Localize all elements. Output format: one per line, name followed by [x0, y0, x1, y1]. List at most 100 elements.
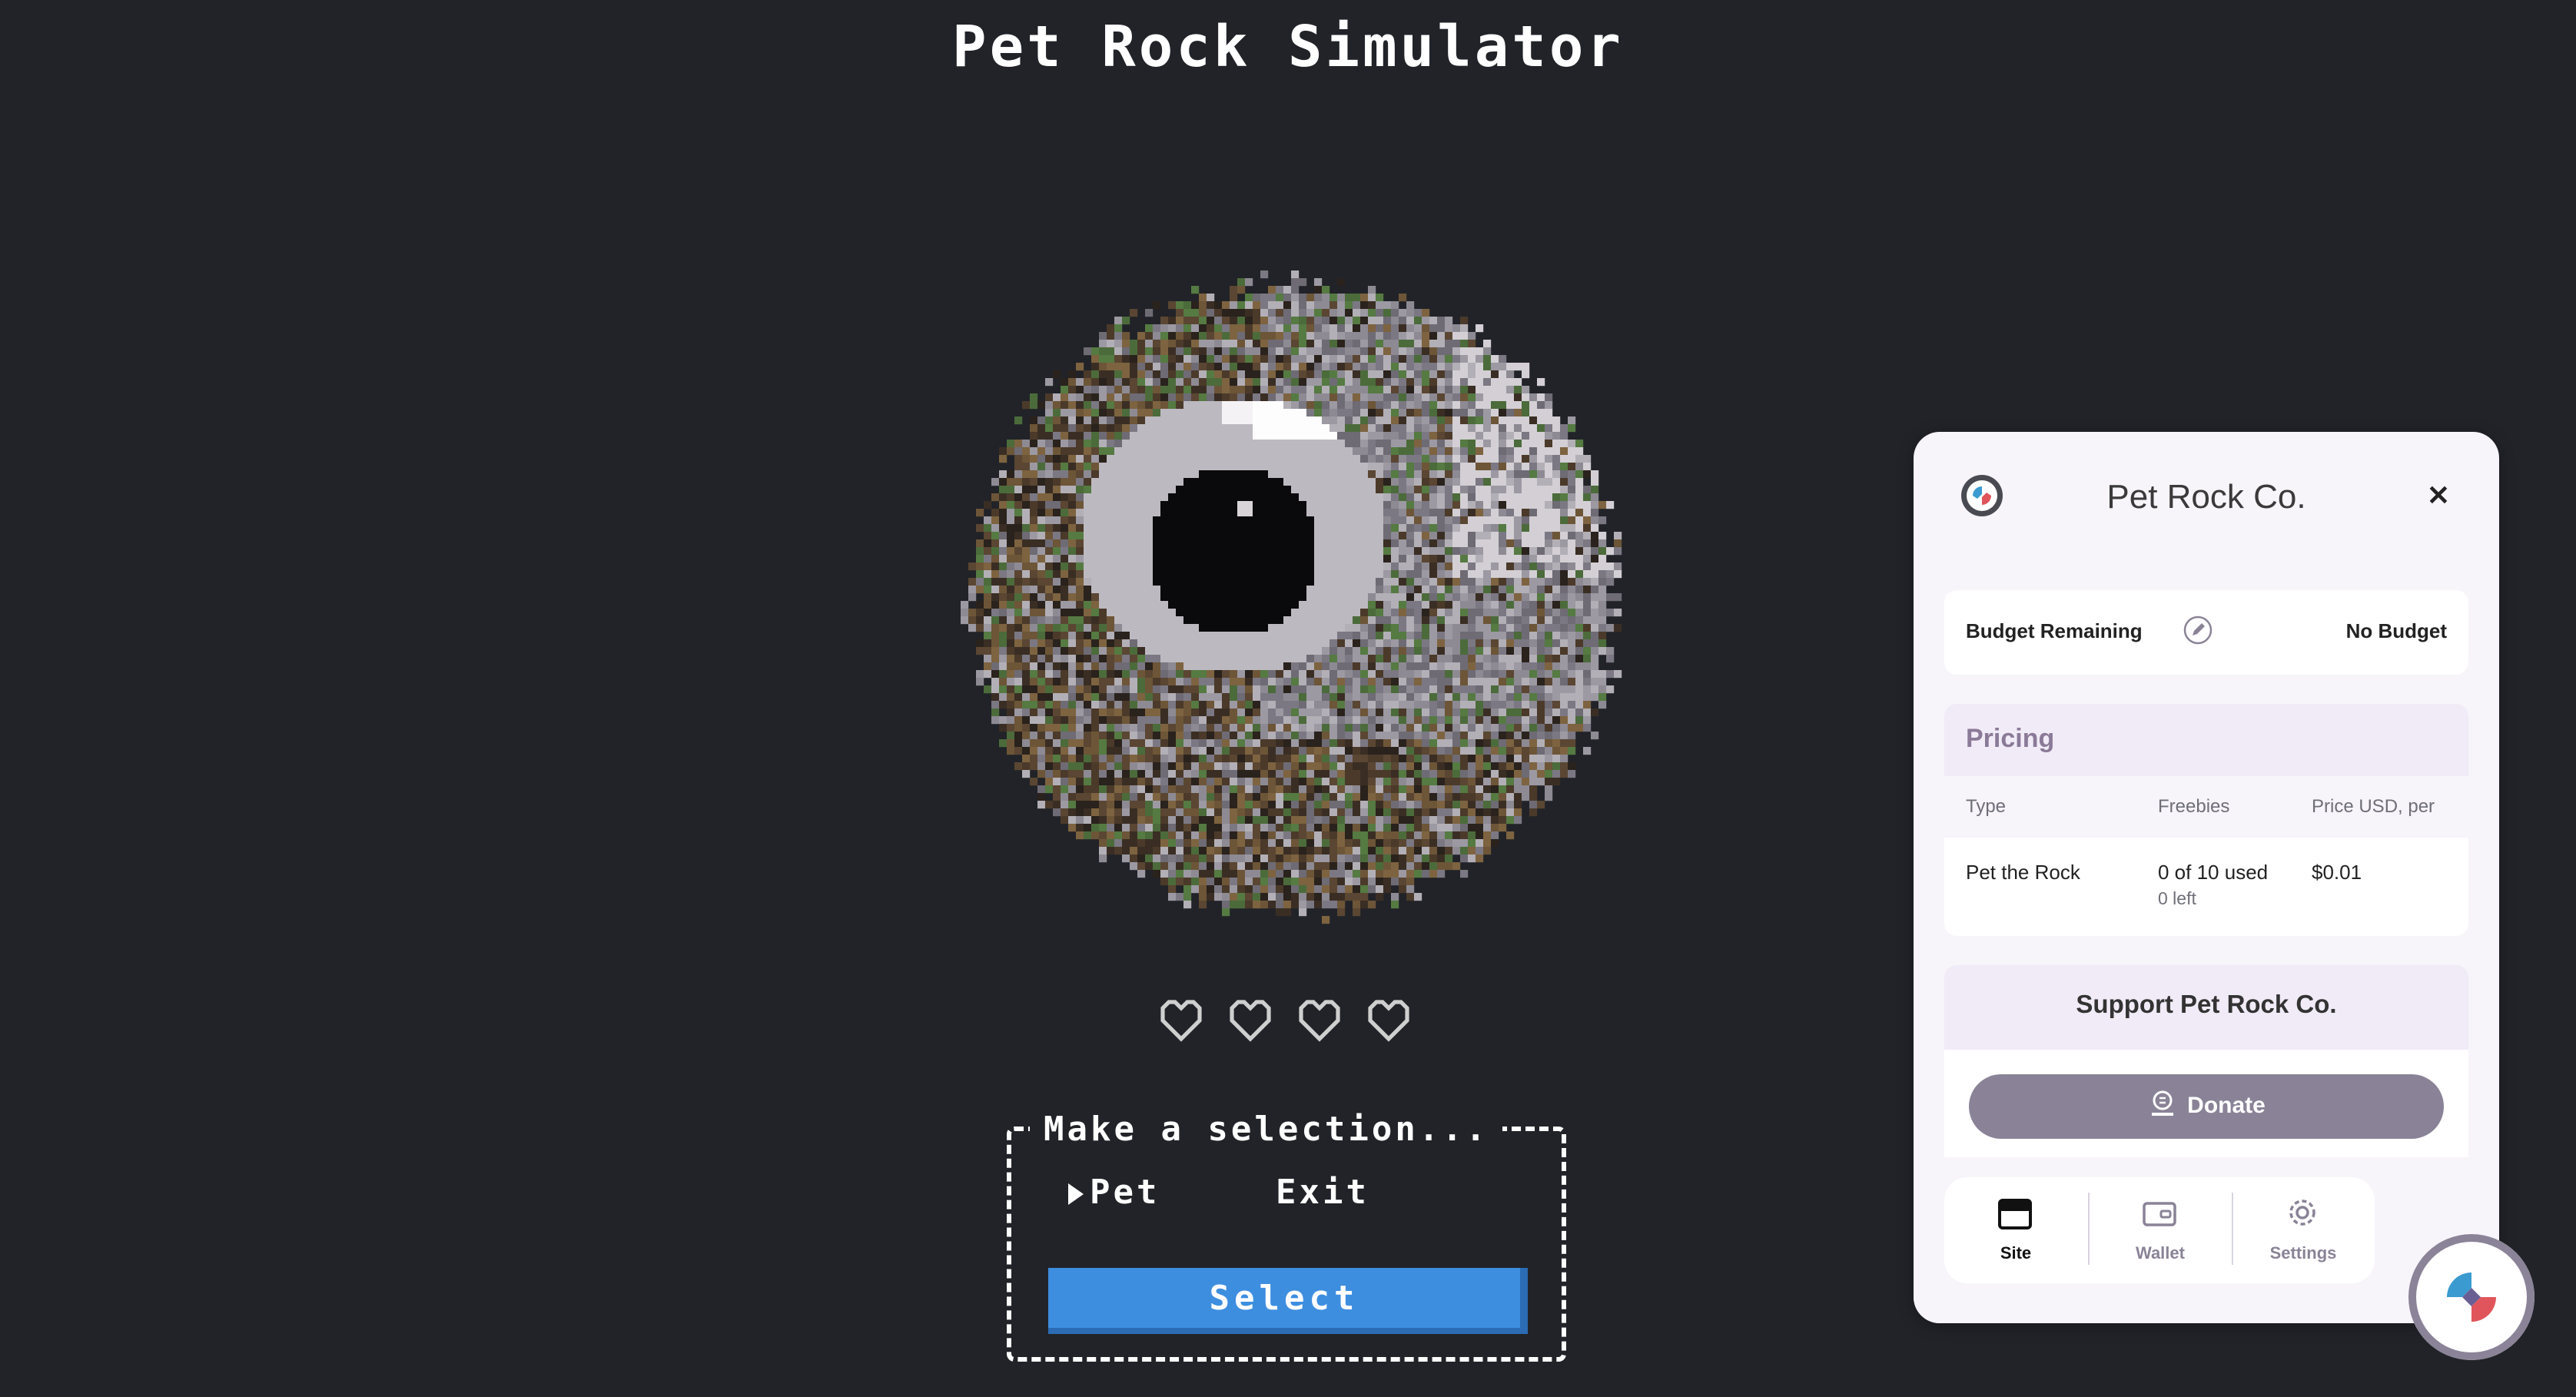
rock-pixel [1061, 509, 1069, 517]
rock-pixel [1061, 739, 1069, 748]
rock-pixel [1107, 416, 1115, 425]
rock-pixel [1237, 624, 1246, 632]
rock-pixel [1222, 355, 1230, 363]
rock-pixel [1191, 616, 1200, 625]
rock-pixel [1499, 393, 1507, 402]
rock-pixel [1583, 593, 1592, 602]
rock-pixel [1322, 593, 1330, 602]
rock-pixel [1268, 378, 1276, 387]
rock-pixel [1191, 708, 1200, 717]
rock-pixel [1468, 386, 1476, 394]
rock-pixel [1537, 486, 1545, 494]
rock-pixel [1583, 693, 1592, 702]
rock-pixel [1468, 470, 1476, 479]
rock-pixel [1329, 785, 1338, 794]
rock-pixel [1329, 363, 1338, 371]
rock-pixel [1160, 416, 1169, 425]
rock-pixel [1237, 785, 1246, 794]
rock-pixel [1183, 493, 1192, 502]
rock-pixel [1130, 516, 1138, 525]
rock-pixel [1322, 393, 1330, 402]
rock-pixel [1076, 516, 1084, 525]
rock-pixel [1022, 470, 1031, 479]
rock-pixel [1260, 332, 1269, 340]
rock-pixel [1199, 562, 1207, 571]
rock-pixel [1522, 516, 1530, 525]
rock-pixel [1037, 532, 1046, 540]
rock-pixel [1153, 509, 1161, 517]
rock-pixel [1383, 778, 1392, 786]
rock-pixel [1445, 509, 1453, 517]
rock-pixel [1022, 501, 1031, 509]
rock-pixel [999, 478, 1007, 486]
rock-pixel [1337, 463, 1346, 471]
rock-pixel [1483, 363, 1492, 371]
rock-pixel [1314, 294, 1323, 302]
rock-pixel [1291, 793, 1300, 801]
rock-pixel [1306, 440, 1315, 448]
rock-pixel [1376, 624, 1384, 632]
rock-pixel [1283, 470, 1292, 479]
rock-pixel [1091, 701, 1100, 709]
rock-pixel [1476, 555, 1484, 563]
rock-pixel [1414, 509, 1422, 517]
rock-pixel [1476, 716, 1484, 725]
rock-pixel [1452, 670, 1461, 679]
rock-pixel [1176, 762, 1184, 771]
rock-pixel [1107, 463, 1115, 471]
rock-pixel [1499, 778, 1507, 786]
rock-pixel [1499, 562, 1507, 571]
rock-pixel [1283, 808, 1292, 817]
rock-pixel [1422, 493, 1430, 502]
rock-pixel [1230, 309, 1238, 317]
rock-pixel [1045, 493, 1054, 502]
rock-pixel [1360, 378, 1369, 387]
rock-pixel [1329, 309, 1338, 317]
rock-pixel [1452, 378, 1461, 387]
rock-pixel [1460, 532, 1469, 540]
rock-pixel [1283, 455, 1292, 463]
rock-pixel [1368, 286, 1376, 294]
rock-pixel [1183, 801, 1192, 809]
rock-pixel [1207, 317, 1215, 325]
rock-pixel [1483, 685, 1492, 694]
rock-pixel [1245, 632, 1253, 640]
rock-pixel [1207, 755, 1215, 763]
rock-pixel [1560, 693, 1569, 702]
rock-pixel [1230, 624, 1238, 632]
rock-pixel [1598, 539, 1607, 548]
rock-pixel [1191, 785, 1200, 794]
rock-pixel [1306, 463, 1315, 471]
rock-pixel [1591, 501, 1599, 509]
rock-pixel [1337, 639, 1346, 648]
rock-pixel [1560, 562, 1569, 571]
rock-pixel [1283, 386, 1292, 394]
rock-pixel [1114, 516, 1123, 525]
rock-pixel [1237, 409, 1246, 417]
rock-pixel [1353, 393, 1361, 402]
rock-pixel [1314, 609, 1323, 617]
rock-pixel [1499, 509, 1507, 517]
rock-pixel [1160, 647, 1169, 655]
rock-pixel [1122, 785, 1130, 794]
rock-pixel [1007, 509, 1015, 517]
rock-pixel [1383, 808, 1392, 817]
rock-pixel [1429, 816, 1438, 825]
rock-pixel [1591, 586, 1599, 594]
rock-pixel [1091, 347, 1100, 356]
rock-pixel [1037, 555, 1046, 563]
rock-pixel [1399, 708, 1407, 717]
rock-pixel [1452, 770, 1461, 778]
rock-pixel [1283, 340, 1292, 348]
rock-pixel [1353, 455, 1361, 463]
rock-pixel [1575, 486, 1584, 494]
pet-rock-sprite[interactable] [938, 270, 1645, 947]
rock-pixel [1568, 693, 1576, 702]
rock-pixel [1153, 593, 1161, 602]
rock-pixel [1383, 416, 1392, 425]
rock-pixel [1575, 593, 1584, 602]
rock-pixel [1314, 586, 1323, 594]
rock-pixel [1183, 693, 1192, 702]
rock-pixel [1314, 532, 1323, 540]
rock-pixel [1030, 416, 1038, 425]
